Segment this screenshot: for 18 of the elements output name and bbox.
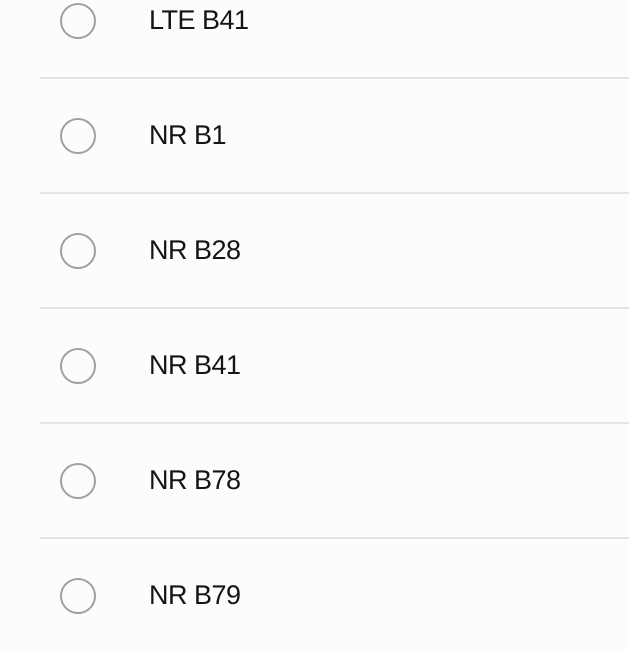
radio-button[interactable] (60, 232, 96, 268)
band-option[interactable]: NR B1 (0, 79, 629, 192)
band-option[interactable]: NR B28 (0, 194, 629, 307)
band-label: NR B41 (149, 350, 241, 381)
radio-button[interactable] (60, 118, 96, 154)
band-label: NR B79 (149, 580, 241, 611)
radio-button[interactable] (60, 462, 96, 498)
band-option[interactable]: LTE B41 (0, 0, 629, 77)
radio-button[interactable] (60, 348, 96, 384)
band-label: NR B28 (149, 235, 241, 266)
band-label: NR B78 (149, 465, 241, 496)
radio-button[interactable] (60, 578, 96, 614)
band-option[interactable]: NR B78 (0, 424, 629, 537)
band-label: NR B1 (149, 120, 226, 151)
band-option[interactable]: NR B41 (0, 309, 629, 422)
radio-button[interactable] (60, 2, 96, 38)
band-option[interactable]: NR B79 (0, 539, 629, 650)
band-label: LTE B41 (149, 5, 249, 36)
